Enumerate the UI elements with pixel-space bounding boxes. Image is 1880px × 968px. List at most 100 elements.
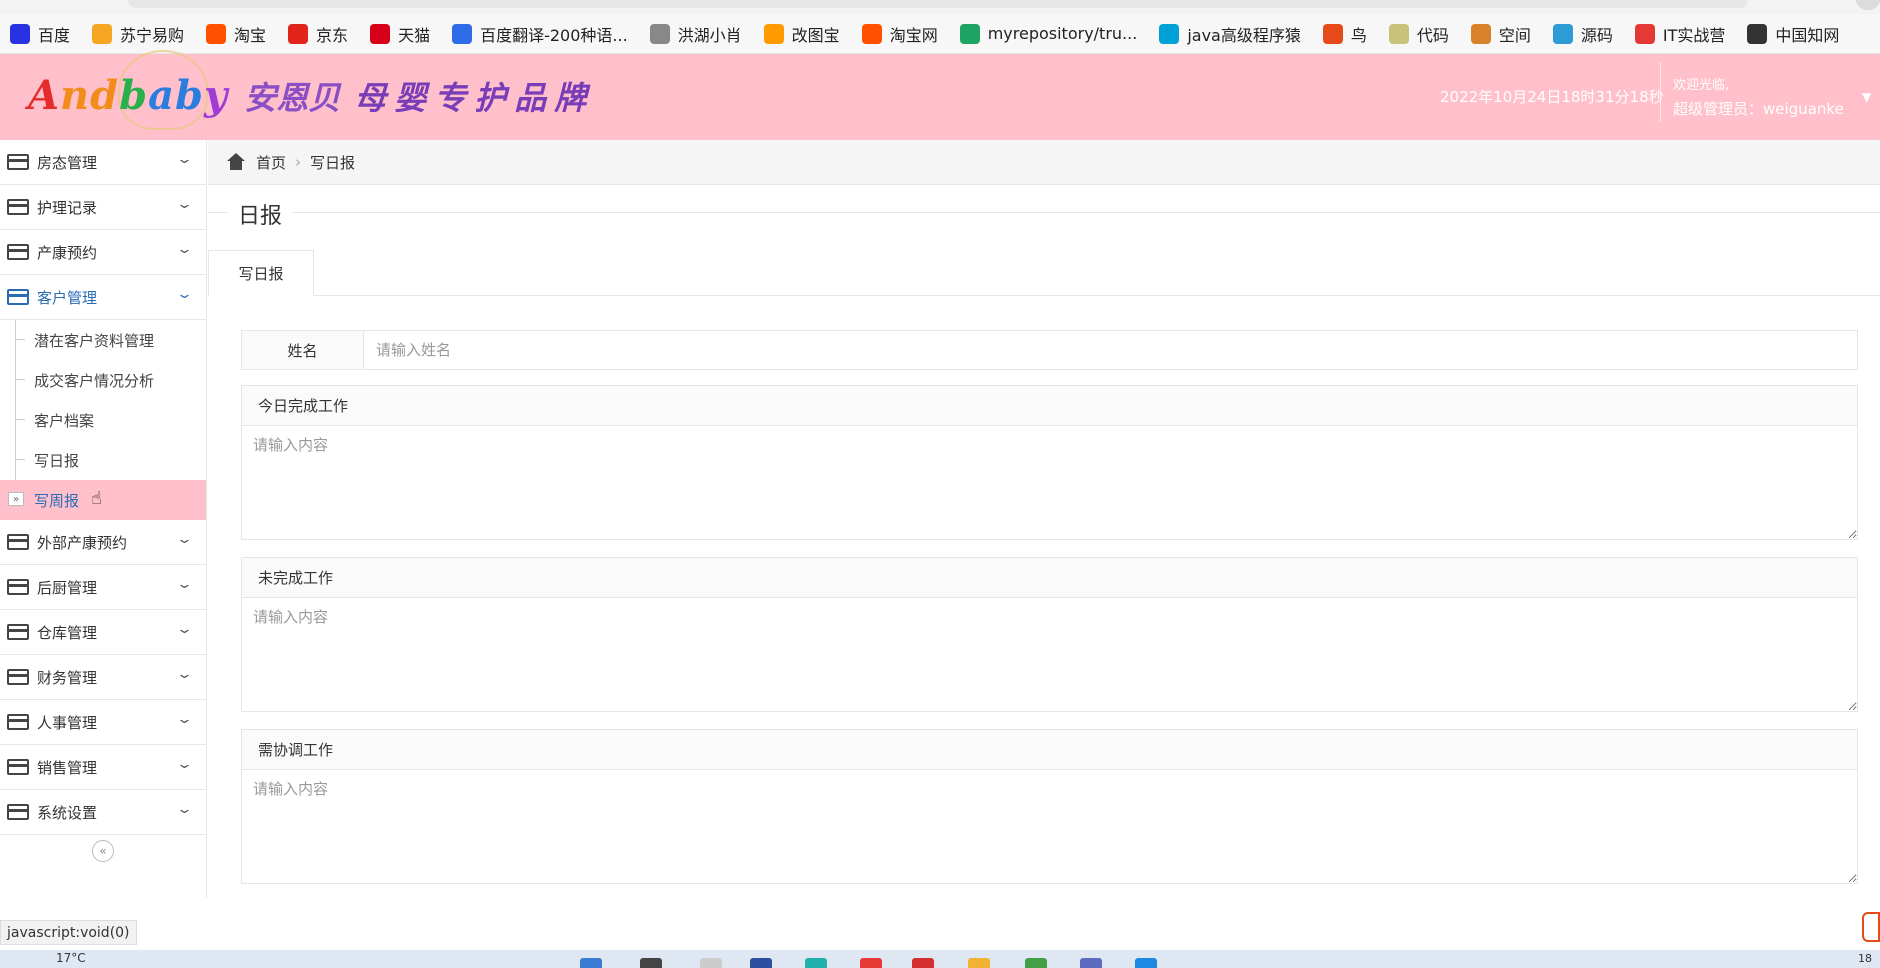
sidebar-menu-label: 销售管理 xyxy=(37,758,98,777)
sidebar-menu-item[interactable]: 仓库管理 ⌄ xyxy=(0,610,206,655)
sidebar-menu-item[interactable]: 客户管理 ⌄ xyxy=(0,275,206,320)
bookmark-item[interactable]: 空间 xyxy=(1470,22,1531,46)
bookmark-item[interactable]: 洪湖小肖 xyxy=(649,22,742,46)
sidebar-menu-item[interactable]: 人事管理 ⌄ xyxy=(0,700,206,745)
browser-button[interactable] xyxy=(1856,0,1880,10)
coordination-title: 需协调工作 xyxy=(242,730,1857,770)
address-bar[interactable] xyxy=(128,0,1748,8)
sidebar-menu-label: 房态管理 xyxy=(37,153,98,172)
bookmark-label: 代码 xyxy=(1416,25,1449,45)
bookmark-item[interactable]: 鸟 xyxy=(1322,22,1367,46)
bookmark-label: 改图宝 xyxy=(791,25,840,45)
bookmark-label: 淘宝网 xyxy=(889,25,938,45)
credit-card-icon xyxy=(7,199,29,215)
bookmark-label: 空间 xyxy=(1498,25,1531,45)
name-input[interactable] xyxy=(364,331,1857,369)
page-title: 日报 xyxy=(228,198,293,230)
sidebar-menu-item[interactable]: 系统设置 ⌄ xyxy=(0,790,206,835)
os-taskbar: 17°C 18 xyxy=(0,950,1880,968)
bookmark-item[interactable]: 中国知网 xyxy=(1747,22,1839,46)
sidebar-menu-label: 仓库管理 xyxy=(37,623,98,642)
sidebar-collapse-row: « xyxy=(0,835,206,867)
today-done-title: 今日完成工作 xyxy=(242,386,1857,426)
taobao-net-icon xyxy=(861,23,882,44)
file-icon[interactable] xyxy=(700,958,722,968)
logo-slogan: 母婴专护品牌 xyxy=(354,79,595,117)
bookmarks-bar: 百度 苏宁易购 淘宝 京东 天猫 百度翻译-200种语... 洪湖小肖 改图宝 淘宝网 myrep… xyxy=(0,14,1880,54)
bookmark-item[interactable]: 京东 xyxy=(288,22,348,46)
double-chevron-icon: » xyxy=(8,492,24,506)
sidebar-menu-item[interactable]: 销售管理 ⌄ xyxy=(0,745,206,790)
bookmark-label: 京东 xyxy=(316,25,349,45)
chevron-down-icon: ⌄ xyxy=(175,802,194,817)
sidebar-subitem[interactable]: 成交客户情况分析 xyxy=(0,360,206,400)
bookmark-item[interactable]: 淘宝 xyxy=(206,22,266,46)
baidu-translate-icon xyxy=(452,23,473,44)
legend-divider xyxy=(208,212,1880,213)
ide-icon[interactable] xyxy=(1080,958,1102,968)
clock-time[interactable]: 18 xyxy=(1858,952,1872,965)
name-label: 姓名 xyxy=(242,331,364,369)
home-icon[interactable] xyxy=(226,153,246,171)
user-dropdown-caret-icon[interactable]: ▼ xyxy=(1862,90,1871,104)
wechat-icon[interactable] xyxy=(1025,958,1047,968)
weather-widget[interactable]: 17°C xyxy=(56,951,86,965)
store-icon[interactable] xyxy=(1135,958,1157,968)
sidebar-menu-label: 系统设置 xyxy=(37,803,98,822)
sidebar-menu-item[interactable]: 产康预约 ⌄ xyxy=(0,230,206,275)
bookmark-label: 百度 xyxy=(38,25,71,45)
search-icon[interactable] xyxy=(640,958,662,968)
admin-user-name[interactable]: 超级管理员：weiguanke xyxy=(1673,98,1844,119)
folder-icon[interactable] xyxy=(968,958,990,968)
customer-submenu: 潜在客户资料管理成交客户情况分析 客户档案写日报 » 写周报 ☝ xyxy=(0,320,206,520)
breadcrumb-home[interactable]: 首页 xyxy=(256,152,286,173)
chevron-down-icon: ⌄ xyxy=(175,667,194,682)
sidebar-subitem[interactable]: 潜在客户资料管理 xyxy=(0,320,206,360)
bookmark-item[interactable]: IT实战营 xyxy=(1634,22,1725,46)
brand-logo: Andbaby 安恩贝 母婴专护品牌 xyxy=(28,72,594,119)
sidebar-subitem-label: 客户档案 xyxy=(34,411,95,430)
breadcrumb: 首页 › 写日报 xyxy=(208,140,1880,185)
chevron-down-icon: ⌄ xyxy=(175,532,194,547)
code-icon xyxy=(1388,23,1409,44)
extension-icon[interactable] xyxy=(1862,912,1880,942)
app-icon[interactable] xyxy=(750,958,772,968)
bookmark-item[interactable]: 改图宝 xyxy=(763,22,840,46)
bird-icon xyxy=(1322,23,1343,44)
bookmark-item[interactable]: java高级程序猿 xyxy=(1159,22,1301,46)
today-done-textarea[interactable] xyxy=(242,426,1857,539)
logo-chinese: 安恩贝 xyxy=(244,79,341,117)
chevron-down-icon: ⌄ xyxy=(175,712,194,727)
coordination-textarea[interactable] xyxy=(242,770,1857,883)
chrome-icon xyxy=(959,23,980,44)
welcome-text: 欢迎光临, xyxy=(1673,78,1730,93)
sidebar-menu-item[interactable]: 后厨管理 ⌄ xyxy=(0,565,206,610)
sidebar-subitem[interactable]: » 写周报 ☝ xyxy=(0,480,206,520)
taobao-icon xyxy=(206,23,227,44)
bookmark-item[interactable]: 源码 xyxy=(1552,22,1613,46)
sidebar-subitem[interactable]: 客户档案 xyxy=(0,400,206,440)
sidebar-subitem-label: 成交客户情况分析 xyxy=(34,371,155,390)
bookmark-item[interactable]: 百度翻译-200种语... xyxy=(452,22,628,46)
unfinished-textarea[interactable] xyxy=(242,598,1857,711)
chrome-icon[interactable] xyxy=(860,958,882,968)
sidebar-menu-item[interactable]: 外部产康预约 ⌄ xyxy=(0,520,206,565)
bookmark-item[interactable]: 代码 xyxy=(1388,22,1449,46)
tab-write-daily[interactable]: 写日报 xyxy=(208,250,314,297)
sidebar-menu-item[interactable]: 财务管理 ⌄ xyxy=(0,655,206,700)
bookmark-item[interactable]: 淘宝网 xyxy=(861,22,938,46)
edge-icon[interactable] xyxy=(805,958,827,968)
browser-app-icon[interactable] xyxy=(912,958,934,968)
credit-card-icon xyxy=(7,669,29,685)
sidebar-collapse-button[interactable]: « xyxy=(92,840,114,862)
bookmark-label: 苏宁易购 xyxy=(120,25,185,45)
bookmark-item[interactable]: myrepository/tru... xyxy=(959,23,1137,44)
sidebar-menu-item[interactable]: 护理记录 ⌄ xyxy=(0,185,206,230)
start-icon[interactable] xyxy=(580,958,602,968)
sidebar-menu-item[interactable]: 房态管理 ⌄ xyxy=(0,140,206,185)
bookmark-item[interactable]: 百度 xyxy=(10,22,70,46)
sidebar-subitem[interactable]: 写日报 xyxy=(0,440,206,480)
bookmark-item[interactable]: 苏宁易购 xyxy=(92,22,184,46)
bookmark-item[interactable]: 天猫 xyxy=(370,22,430,46)
status-bar-link: javascript:void(0) xyxy=(0,920,137,945)
